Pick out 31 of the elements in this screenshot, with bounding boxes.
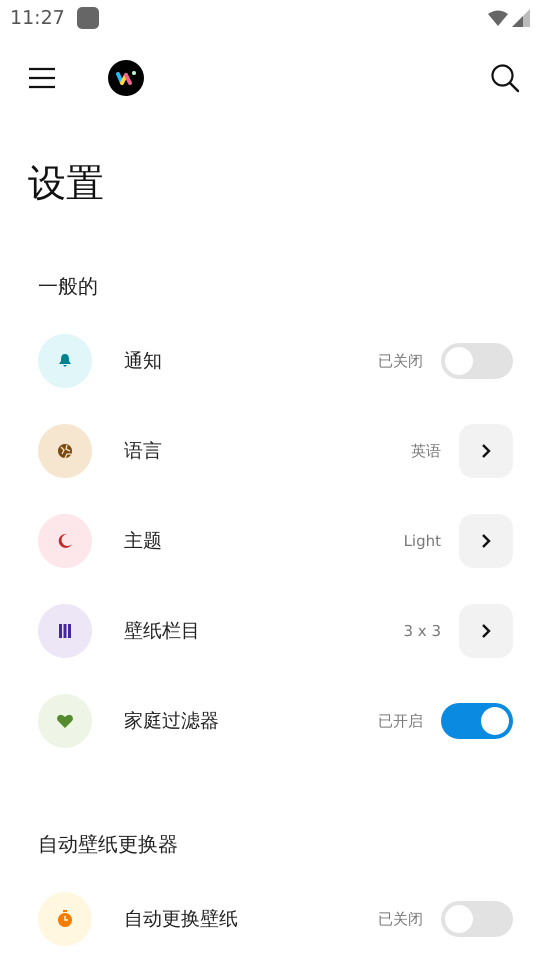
setting-value: 已开启	[378, 712, 423, 730]
search-icon[interactable]	[490, 63, 520, 93]
setting-label: 通知	[124, 349, 163, 374]
setting-label: 自动更换壁纸	[124, 907, 239, 932]
chevron-icon	[481, 533, 491, 549]
setting-value: 已关闭	[378, 910, 423, 928]
chevron-button[interactable]	[459, 604, 513, 658]
logo-icon	[108, 60, 144, 96]
toggle-switch[interactable]	[441, 703, 513, 739]
signal-icon	[512, 9, 530, 27]
chevron-icon	[481, 443, 491, 459]
chevron-button[interactable]	[459, 514, 513, 568]
status-time: 11:27	[10, 7, 65, 29]
setting-value: Light	[404, 532, 441, 550]
toggle-switch[interactable]	[441, 343, 513, 379]
setting-label: 主题	[124, 529, 163, 554]
setting-value: 英语	[411, 442, 441, 460]
toggle-switch[interactable]	[441, 901, 513, 937]
setting-value: 已关闭	[378, 352, 423, 370]
setting-value: 3 x 3	[404, 622, 441, 640]
notification-icon	[76, 7, 99, 29]
setting-label: 家庭过滤器	[124, 709, 220, 734]
menu-icon[interactable]	[28, 67, 56, 89]
chevron-button[interactable]	[459, 424, 513, 478]
chevron-icon	[481, 623, 491, 639]
wifi-icon	[488, 10, 508, 26]
section-heading: 一般的	[38, 273, 99, 300]
page-title: 设置	[28, 160, 105, 207]
setting-label: 语言	[124, 439, 163, 464]
section-heading: 自动壁纸更换器	[38, 831, 179, 858]
setting-label: 壁纸栏目	[124, 619, 201, 644]
